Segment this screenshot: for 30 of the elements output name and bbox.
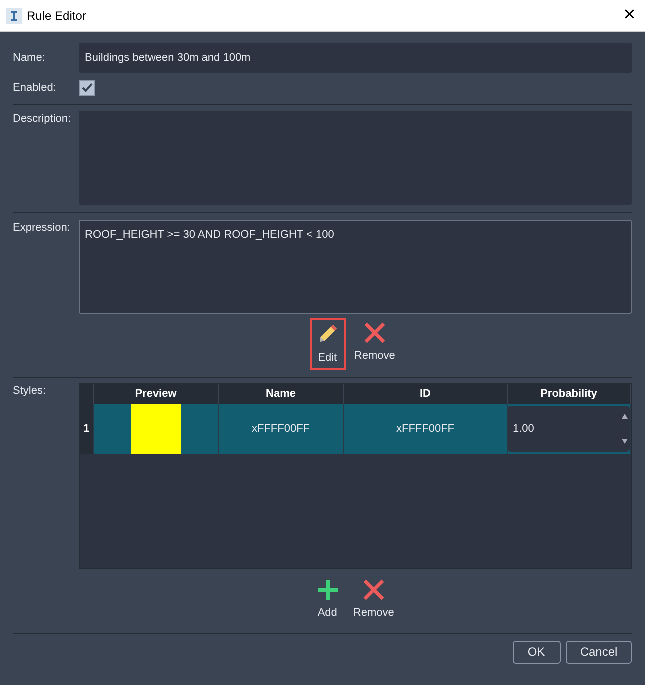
add-button[interactable]: Add — [310, 575, 345, 626]
column-header[interactable]: Name — [219, 384, 344, 404]
remove-button[interactable]: Remove — [347, 575, 400, 626]
spin-box[interactable]: 1.00 — [508, 406, 630, 452]
expression-field[interactable]: ROOF_HEIGHT >= 30 AND ROOF_HEIGHT < 100 — [79, 220, 632, 314]
close-icon — [362, 579, 385, 601]
window-title: Rule Editor — [27, 8, 86, 24]
close-icon — [364, 322, 386, 344]
close-button[interactable]: ✕ — [620, 4, 640, 28]
cancel-button[interactable]: Cancel — [566, 640, 632, 664]
column-header[interactable]: Probability — [508, 384, 631, 404]
edit-button[interactable]: Edit — [310, 318, 346, 370]
up-arrow-icon[interactable] — [622, 414, 628, 419]
down-arrow-icon[interactable] — [622, 439, 628, 444]
ok-button[interactable]: OK — [512, 640, 560, 664]
row-header[interactable]: 1 — [80, 404, 94, 454]
field-label: Name: — [13, 50, 46, 66]
table-cell-text: xFFFF00FF — [396, 422, 455, 437]
field-label: Styles: — [13, 384, 48, 399]
plus-icon — [316, 579, 339, 601]
column-header[interactable]: Preview — [94, 384, 219, 404]
remove-button[interactable]: Remove — [348, 318, 402, 370]
checkbox[interactable] — [79, 80, 95, 96]
table-cell-text: xFFFF00FF — [252, 422, 310, 437]
field-label: Description: — [13, 112, 72, 126]
column-header[interactable]: ID — [344, 384, 508, 404]
app-icon — [6, 8, 22, 24]
field-label: Enabled: — [13, 81, 58, 96]
field-label: Expression: — [13, 220, 72, 236]
name-field[interactable]: Buildings between 30m and 100m — [79, 43, 632, 73]
